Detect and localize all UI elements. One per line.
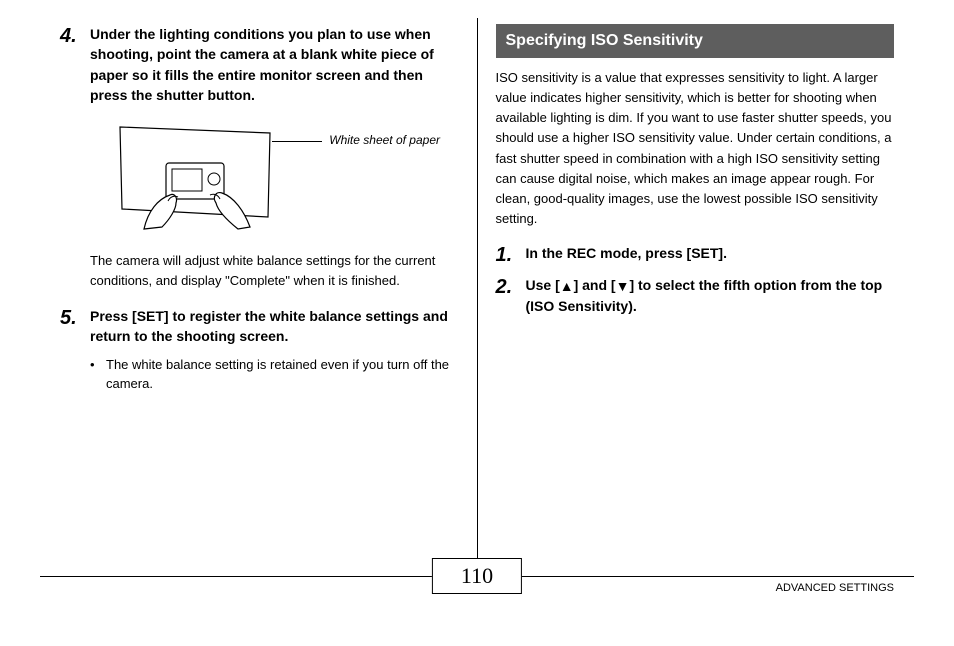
right-column: Specifying ISO Sensitivity ISO sensitivi… bbox=[478, 24, 915, 572]
step-5: 5. Press [SET] to register the white bal… bbox=[60, 306, 459, 347]
step-number: 2. bbox=[496, 275, 518, 317]
step2-prefix: Use [ bbox=[526, 277, 560, 293]
bullet-dot-icon: • bbox=[90, 355, 98, 394]
footer-section-label: ADVANCED SETTINGS bbox=[776, 582, 894, 594]
step-text: In the REC mode, press [SET]. bbox=[526, 243, 727, 267]
figure-leader-line bbox=[272, 141, 322, 142]
page-number: 110 bbox=[432, 558, 522, 594]
step-4: 4. Under the lighting conditions you pla… bbox=[60, 24, 459, 105]
step-1: 1. In the REC mode, press [SET]. bbox=[496, 243, 895, 267]
step-2: 2. Use [▲] and [▼] to select the fifth o… bbox=[496, 275, 895, 317]
page-footer: 110 ADVANCED SETTINGS bbox=[0, 576, 954, 624]
step-number: 5. bbox=[60, 306, 82, 347]
step2-mid: ] and [ bbox=[574, 277, 616, 293]
bullet-text: The white balance setting is retained ev… bbox=[106, 355, 459, 394]
step-text: Under the lighting conditions you plan t… bbox=[90, 24, 459, 105]
bullet-item: • The white balance setting is retained … bbox=[90, 355, 459, 394]
step-number: 1. bbox=[496, 243, 518, 267]
triangle-down-icon: ▼ bbox=[616, 276, 630, 296]
step-number: 4. bbox=[60, 24, 82, 105]
white-paper-figure: White sheet of paper bbox=[100, 119, 440, 239]
columns: 4. Under the lighting conditions you pla… bbox=[40, 24, 914, 572]
step-text: Press [SET] to register the white balanc… bbox=[90, 306, 459, 347]
step-text: Use [▲] and [▼] to select the fifth opti… bbox=[526, 275, 895, 317]
iso-description: ISO sensitivity is a value that expresse… bbox=[496, 68, 895, 229]
section-header: Specifying ISO Sensitivity bbox=[496, 24, 895, 58]
triangle-up-icon: ▲ bbox=[560, 276, 574, 296]
camera-paper-illustration bbox=[100, 119, 300, 239]
page: 4. Under the lighting conditions you pla… bbox=[0, 0, 954, 646]
left-column: 4. Under the lighting conditions you pla… bbox=[40, 24, 477, 572]
figure-caption: White sheet of paper bbox=[329, 131, 440, 149]
after-figure-text: The camera will adjust white balance set… bbox=[90, 251, 459, 290]
